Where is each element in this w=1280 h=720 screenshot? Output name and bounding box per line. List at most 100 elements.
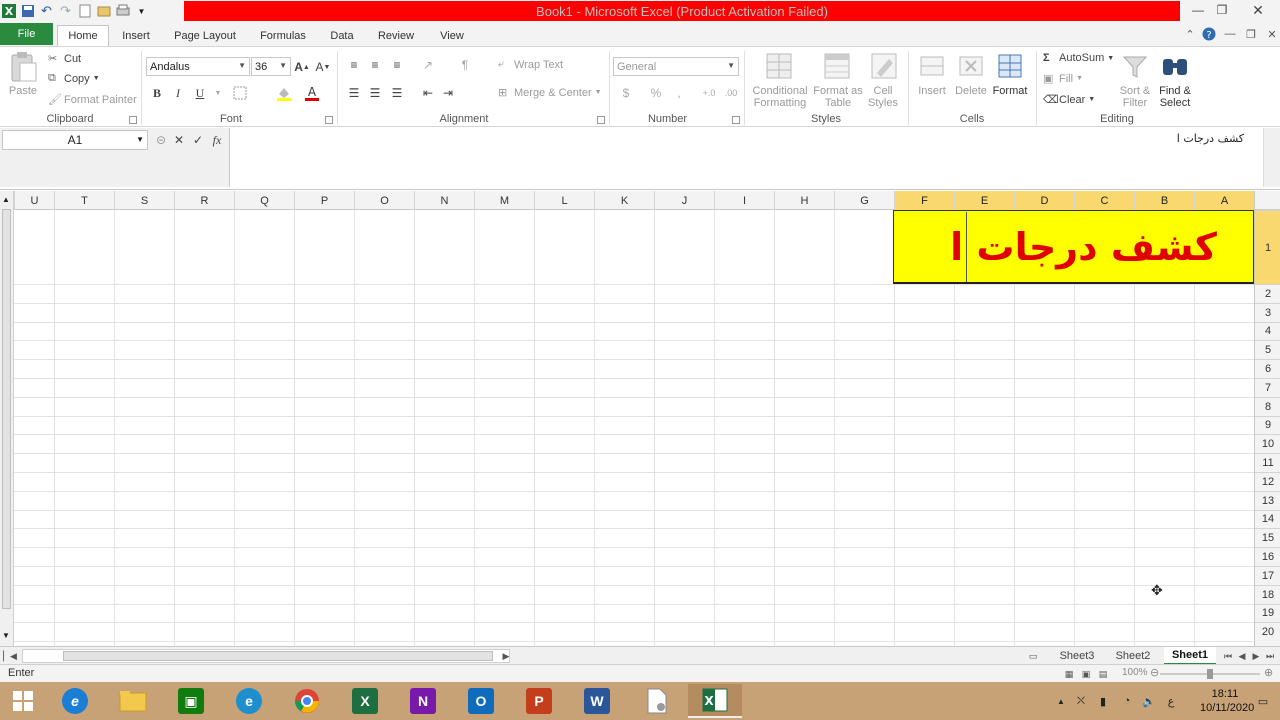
minimize-button[interactable]: — [1186,0,1210,20]
chrome-icon[interactable] [280,684,334,718]
column-header-a[interactable]: A [1194,191,1254,210]
autosum-button[interactable]: Σ AutoSum ▼ [1043,52,1114,64]
sort-filter-button[interactable]: Sort & Filter [1112,85,1158,109]
insert-function-icon[interactable]: fx [209,132,225,148]
sort-filter-icon[interactable] [1120,51,1150,81]
percent-button[interactable]: % [646,83,666,103]
merged-cell-a1-f1[interactable]: كشف درجات ا [893,210,1254,284]
column-header-m[interactable]: M [474,191,534,210]
paste-button[interactable]: Paste [4,85,42,97]
column-header-k[interactable]: K [594,191,654,210]
font-launcher-icon[interactable] [325,116,333,124]
row-header-10[interactable]: 10 [1255,434,1280,453]
scroll-up-icon[interactable]: ▲ [2,195,10,204]
cell-styles-button[interactable]: Cell Styles [862,85,904,109]
chevron-down-icon[interactable]: ▼ [208,83,228,103]
comma-button[interactable]: , [669,83,689,103]
horizontal-scroll-thumb[interactable] [63,651,493,661]
row-header-15[interactable]: 15 [1255,528,1280,547]
formula-input[interactable]: كشف درجات ا [1177,132,1244,145]
grow-font-icon[interactable]: A ▲ [292,57,312,77]
column-header-h[interactable]: H [774,191,834,210]
row-header-11[interactable]: 11 [1255,453,1280,472]
vertical-scrollbar[interactable]: ▲ ▼ [0,191,14,646]
currency-icon[interactable]: $ [616,83,636,103]
name-box[interactable]: A1 ▼ [2,130,148,150]
row-header-8[interactable]: 8 [1255,396,1280,416]
zoom-in-icon[interactable]: ⊕ [1264,666,1273,679]
alignment-launcher-icon[interactable] [597,116,605,124]
insert-sheet-icon[interactable]: ▭ [1026,649,1040,663]
clipboard-launcher-icon[interactable] [129,116,137,124]
page-layout-view-icon[interactable]: ▣ [1079,667,1093,681]
conditional-formatting-icon[interactable] [764,51,794,81]
row-header-13[interactable]: 13 [1255,490,1280,510]
row-header-9[interactable]: 9 [1255,415,1280,435]
file-icon[interactable] [630,684,684,718]
number-format-select[interactable]: General ▼ [613,57,739,76]
prev-sheet-icon[interactable]: ◀ [1236,649,1248,663]
sheet-tab-sheet1[interactable]: Sheet1 [1164,647,1216,665]
show-hidden-icons-icon[interactable]: ▲ [1054,694,1068,708]
row-header-19[interactable]: 19 [1255,603,1280,623]
print-preview-icon[interactable] [114,3,131,20]
delete-cells-icon[interactable] [956,51,986,81]
scroll-right-icon[interactable]: ▶ [500,649,512,663]
insert-cells-icon[interactable] [917,51,947,81]
font-name-select[interactable]: Andalus ▼ [146,57,250,76]
row-header-16[interactable]: 16 [1255,547,1280,566]
rtl-direction-icon[interactable]: ¶ [455,55,475,75]
row-header-3[interactable]: 3 [1255,302,1280,322]
file-explorer-icon[interactable] [106,684,160,718]
increase-decimal-icon[interactable]: +.0 [699,83,719,103]
align-bottom-icon[interactable]: ≡ [387,55,407,75]
cut-button[interactable]: ✂ Cut [48,52,81,66]
italic-button[interactable]: I [168,83,188,103]
sheet-tab-sheet3[interactable]: Sheet3 [1052,647,1102,665]
column-header-p[interactable]: P [294,191,354,210]
column-header-j[interactable]: J [654,191,714,210]
battery-icon[interactable]: ▮ [1096,694,1110,708]
format-painter-button[interactable]: 🖌 Format Painter [48,93,137,107]
row-header-17[interactable]: 17 [1255,566,1280,585]
column-header-g[interactable]: G [834,191,894,210]
cell-styles-icon[interactable] [869,51,899,81]
align-right-icon[interactable]: ☰ [387,83,407,103]
column-header-l[interactable]: L [534,191,594,210]
align-middle-icon[interactable]: ≡ [365,55,385,75]
column-header-c[interactable]: C [1074,191,1134,210]
column-header-t[interactable]: T [54,191,114,210]
clear-button[interactable]: ⌫ Clear ▼ [1043,93,1095,107]
save-icon[interactable] [19,3,36,20]
open-icon[interactable] [95,3,112,20]
restore-button[interactable]: ❐ [1210,0,1234,20]
format-cells-button[interactable]: Format [988,85,1032,97]
cell-area[interactable]: كشف درجات ا [14,210,1254,646]
column-header-i[interactable]: I [714,191,774,210]
font-color-icon[interactable]: A [302,83,322,103]
edge-icon[interactable]: e [222,684,276,718]
zoom-out-icon[interactable]: ⊖ [1150,666,1159,679]
scroll-left-icon[interactable]: ▏◀ [3,649,17,663]
find-select-button[interactable]: Find & Select [1153,85,1197,109]
borders-icon[interactable] [230,83,250,103]
zoom-slider[interactable] [1160,669,1260,679]
tab-page-layout[interactable]: Page Layout [168,25,242,46]
wrap-text-button[interactable]: ⤶ Wrap Text [498,58,563,71]
shrink-font-icon[interactable]: A ▼ [313,57,333,77]
align-left-icon[interactable]: ☰ [344,83,364,103]
scroll-thumb[interactable] [2,209,11,609]
decrease-indent-icon[interactable]: ⇤ [418,83,438,103]
row-header-2[interactable]: 2 [1255,284,1280,303]
row-header-6[interactable]: 6 [1255,359,1280,378]
row-header-18[interactable]: 18 [1255,584,1280,604]
align-top-icon[interactable]: ≡ [344,55,364,75]
column-header-e[interactable]: E [954,191,1014,210]
binoculars-icon[interactable] [1160,51,1190,81]
workbook-minimize-icon[interactable]: — [1222,26,1238,42]
format-as-table-icon[interactable] [822,51,852,81]
row-header-7[interactable]: 7 [1255,378,1280,397]
formula-bar-scrollbar[interactable] [1263,128,1280,187]
underline-button[interactable]: U [190,83,210,103]
merge-center-button[interactable]: ⊞ Merge & Center ▼ [498,86,602,100]
